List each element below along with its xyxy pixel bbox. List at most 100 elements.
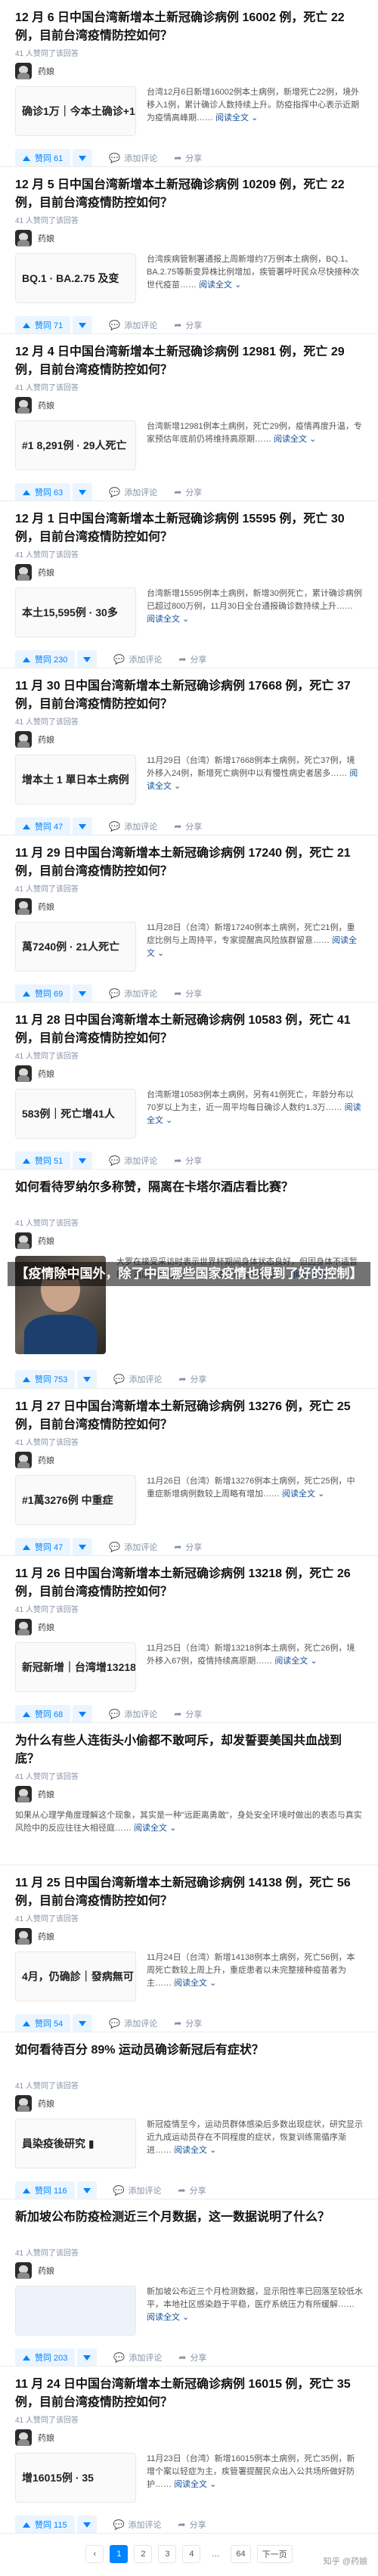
author-name[interactable]: 药娘	[38, 1068, 54, 1080]
downvote-button[interactable]	[73, 1705, 93, 1722]
share-button[interactable]: ➦ 分享	[174, 820, 202, 832]
read-more-link[interactable]: 阅读全文 ⌄	[274, 435, 316, 444]
share-button[interactable]: ➦ 分享	[174, 987, 202, 1000]
author-name[interactable]: 药娘	[38, 901, 54, 913]
question-title[interactable]: 12 月 5 日中国台湾新增本土新冠确诊病例 10209 例，死亡 22 例，目…	[15, 176, 363, 212]
comment-button[interactable]: 💬 添加评论	[109, 1708, 157, 1720]
comment-button[interactable]: 💬 添加评论	[109, 2017, 157, 2029]
question-title[interactable]: 11 月 30 日中国台湾新增本土新冠确诊病例 17668 例，死亡 37 例，…	[15, 677, 363, 714]
avatar[interactable]	[15, 564, 32, 581]
question-title[interactable]: 如何看待罗纳尔多称赞，隔离在卡塔尔酒店看比赛？	[15, 1179, 363, 1215]
avatar[interactable]	[15, 898, 32, 915]
avatar[interactable]	[15, 2262, 32, 2279]
author-name[interactable]: 药娘	[38, 65, 54, 77]
read-more-link[interactable]: 阅读全文 ⌄	[282, 1489, 324, 1499]
share-button[interactable]: ➦ 分享	[174, 1708, 202, 1720]
answer-excerpt[interactable]: 11月23日（台湾）新增16015例本土病例，死亡35例，新增个案以轻症为主，疾…	[147, 2453, 363, 2504]
question-title[interactable]: 11 月 27 日中国台湾新增本土新冠确诊病例 13276 例，死亡 25 例，…	[15, 1398, 363, 1434]
avatar[interactable]	[15, 397, 32, 414]
upvote-button[interactable]: 赞同 54	[15, 2014, 71, 2032]
avatar[interactable]	[15, 1232, 32, 1249]
author-name[interactable]: 药娘	[38, 1788, 54, 1800]
upvote-button[interactable]: 赞同 71	[15, 316, 71, 333]
downvote-button[interactable]	[76, 2516, 97, 2533]
answer-thumbnail[interactable]: 萬7240例 · 21人死亡	[15, 922, 136, 972]
question-title[interactable]: 11 月 26 日中国台湾新增本土新冠确诊病例 13218 例，死亡 26 例，…	[15, 1565, 363, 1601]
question-title[interactable]: 为什么有些人连街头小偷都不敢呵斥，却发誓要美国共血战到底？	[15, 1732, 363, 1768]
downvote-button[interactable]	[73, 1538, 93, 1555]
comment-button[interactable]: 💬 添加评论	[109, 486, 157, 498]
question-title[interactable]: 11 月 24 日中国台湾新增本土新冠确诊病例 16015 例，死亡 35 例，…	[15, 2376, 363, 2412]
answer-thumbnail[interactable]: BQ.1 · BA.2.75 及变	[15, 253, 136, 303]
avatar[interactable]	[15, 2429, 32, 2446]
answer-excerpt[interactable]: 11月25日（台湾）新增13218例本土病例，死亡26例，境外移入67例，疫情持…	[147, 1642, 363, 1694]
answer-thumbnail[interactable]: #1 8,291例 · 29人死亡	[15, 420, 136, 470]
upvote-button[interactable]: 赞同 115	[15, 2516, 75, 2533]
answer-excerpt[interactable]: 11月28日（台湾）新增17240例本土病例，死亡21例，重症比例与上周持平，专…	[147, 922, 363, 973]
question-title[interactable]: 新加坡公布防疫检测近三个月数据，这一数据说明了什么？	[15, 2209, 363, 2245]
answer-excerpt[interactable]: 台湾新增15595例本土病例，新增30例死亡，累计确诊病例已超过800万例，11…	[147, 587, 363, 639]
comment-button[interactable]: 💬 添加评论	[109, 152, 157, 164]
answer-thumbnail[interactable]: 新冠新增｜台湾增13218	[15, 1642, 136, 1692]
pager-page-2[interactable]: 2	[134, 2545, 153, 2563]
upvote-button[interactable]: 赞同 203	[15, 2348, 76, 2366]
answer-excerpt[interactable]: 新冠疫情至今，运动员群体感染后多数出现症状，研究显示近九成运动员存在不同程度的症…	[147, 2119, 363, 2170]
share-button[interactable]: ➦ 分享	[174, 1541, 202, 1553]
share-button[interactable]: ➦ 分享	[178, 653, 206, 665]
downvote-button[interactable]	[73, 2014, 93, 2032]
pager-page-4[interactable]: 4	[182, 2545, 201, 2563]
share-button[interactable]: ➦ 分享	[174, 152, 202, 164]
share-button[interactable]: ➦ 分享	[174, 1155, 202, 1167]
upvote-button[interactable]: 赞同 47	[15, 1538, 71, 1555]
downvote-button[interactable]	[73, 483, 93, 501]
pager-page-1[interactable]: 1	[110, 2545, 129, 2563]
upvote-button[interactable]: 赞同 230	[15, 650, 76, 668]
pager-prev[interactable]: ‹	[85, 2545, 104, 2563]
question-title[interactable]: 12 月 4 日中国台湾新增本土新冠确诊病例 12981 例，死亡 29 例，目…	[15, 343, 363, 380]
author-name[interactable]: 药娘	[38, 1235, 54, 1247]
share-button[interactable]: ➦ 分享	[178, 2351, 206, 2364]
downvote-button[interactable]	[73, 984, 93, 1002]
upvote-button[interactable]: 赞同 61	[15, 149, 71, 166]
answer-excerpt[interactable]: 11月29日（台湾）新增17668例本土病例，死亡37例，境外移入24例，新增死…	[147, 755, 363, 806]
share-button[interactable]: ➦ 分享	[178, 2184, 206, 2196]
share-button[interactable]: ➦ 分享	[174, 319, 202, 331]
answer-thumbnail[interactable]: 本土15,595例 · 30多	[15, 587, 136, 637]
downvote-button[interactable]	[77, 2348, 98, 2366]
read-more-link[interactable]: 阅读全文 ⌄	[174, 2480, 216, 2489]
upvote-button[interactable]: 赞同 69	[15, 984, 71, 1002]
read-more-link[interactable]: 阅读全文 ⌄	[199, 281, 241, 290]
author-name[interactable]: 药娘	[38, 1930, 54, 1942]
read-more-link[interactable]: 阅读全文 ⌄	[174, 1979, 216, 1988]
answer-thumbnail[interactable]: #1萬3276例 中重症	[15, 1475, 136, 1525]
avatar[interactable]	[15, 1065, 32, 1082]
answer-thumbnail[interactable]: 員染疫後研究 ▮	[15, 2119, 136, 2168]
avatar[interactable]	[15, 1928, 32, 1945]
downvote-button[interactable]	[73, 316, 93, 333]
author-name[interactable]: 药娘	[38, 2264, 54, 2277]
comment-button[interactable]: 💬 添加评论	[109, 987, 157, 1000]
pager-page-3[interactable]: 3	[158, 2545, 177, 2563]
avatar[interactable]	[15, 1452, 32, 1468]
answer-thumbnail[interactable]: 4月，仍确診｜發病無可	[15, 1951, 136, 2001]
answer-excerpt[interactable]: 台湾疾病管制署通报上周新增约7万例本土病例，BQ.1、BA.2.75等新变异株比…	[147, 253, 363, 305]
question-title[interactable]: 12 月 6 日中国台湾新增本土新冠确诊病例 16002 例，死亡 22 例，目…	[15, 9, 363, 45]
answer-thumbnail[interactable]	[15, 2286, 136, 2336]
read-more-link[interactable]: 阅读全文 ⌄	[274, 1657, 317, 1666]
comment-button[interactable]: 💬 添加评论	[109, 319, 157, 331]
comment-button[interactable]: 💬 添加评论	[109, 820, 157, 832]
answer-excerpt[interactable]: 台湾新增12981例本土病例，死亡29例，疫情再度升温，专家预估年底前仍将维持高…	[147, 420, 363, 472]
downvote-button[interactable]	[73, 817, 93, 835]
answer-thumbnail[interactable]: 确诊1万｜今本土确诊+16,00	[15, 86, 136, 136]
answer-excerpt[interactable]: 如果从心理学角度理解这个现象，其实是一种"远距离勇敢"，身处安全环境时做出的表态…	[15, 1809, 363, 1861]
comment-button[interactable]: 💬 添加评论	[113, 2519, 162, 2531]
read-more-link[interactable]: 阅读全文 ⌄	[215, 113, 258, 122]
answer-excerpt[interactable]: 11月26日（台湾）新增13276例本土病例，死亡25例，中重症新增病例数较上周…	[147, 1475, 363, 1527]
comment-button[interactable]: 💬 添加评论	[109, 1541, 157, 1553]
downvote-button[interactable]	[73, 1152, 93, 1169]
downvote-button[interactable]	[76, 2181, 97, 2199]
answer-excerpt[interactable]: 新加坡公布近三个月检测数据，显示阳性率已回落至较低水平，本地社区感染趋于平稳，医…	[147, 2286, 363, 2337]
share-button[interactable]: ➦ 分享	[174, 2017, 202, 2029]
upvote-button[interactable]: 赞同 116	[15, 2181, 75, 2199]
question-title[interactable]: 11 月 28 日中国台湾新增本土新冠确诊病例 10583 例，死亡 41 例，…	[15, 1012, 363, 1048]
